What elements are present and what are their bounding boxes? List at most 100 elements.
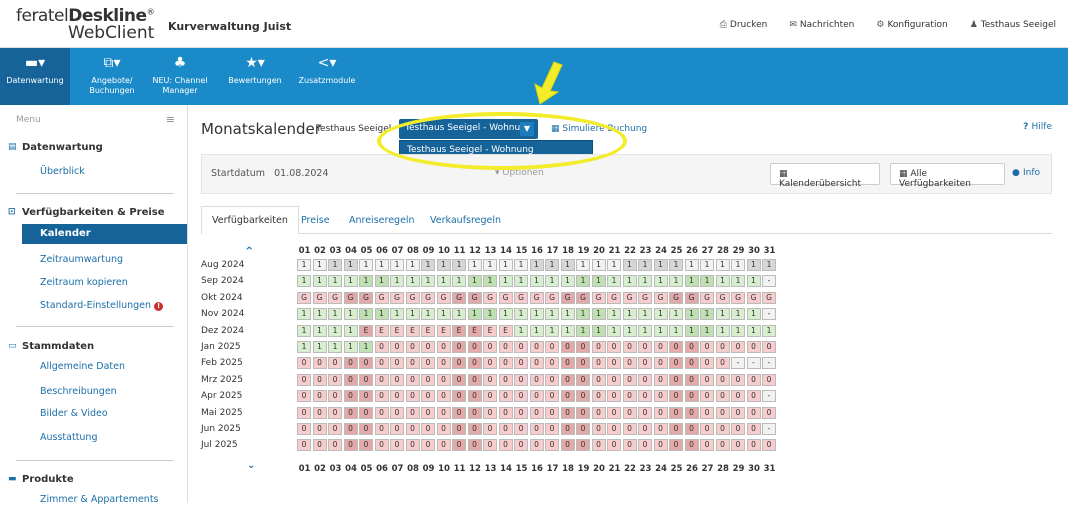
calendar-cell[interactable]: 1 — [359, 341, 373, 353]
calendar-cell[interactable]: 1 — [529, 308, 544, 321]
calendar-cell[interactable]: 0 — [638, 357, 652, 370]
calendar-cell[interactable]: 0 — [452, 373, 466, 386]
calendar-cell[interactable]: 0 — [622, 373, 637, 386]
calendar-cell[interactable]: 1 — [297, 308, 311, 321]
calendar-cell[interactable]: 1 — [374, 259, 389, 271]
calendar-cell[interactable]: 0 — [560, 406, 575, 419]
calendar-cell[interactable]: 0 — [529, 357, 544, 370]
calendar-cell[interactable]: G — [390, 291, 404, 304]
calendar-cell[interactable]: 1 — [715, 275, 730, 288]
calendar-cell[interactable]: 1 — [514, 275, 528, 288]
calendar-cell[interactable]: 0 — [762, 439, 776, 452]
calendar-cell[interactable]: 0 — [529, 439, 544, 452]
calendar-cell[interactable]: 1 — [591, 308, 606, 321]
calendar-cell[interactable]: 1 — [436, 308, 451, 321]
calendar-cell[interactable]: G — [529, 291, 544, 304]
calendar-cell[interactable]: 1 — [343, 308, 358, 321]
calendar-cell[interactable]: 0 — [684, 390, 699, 403]
logo[interactable]: feratelDeskline® WebClient — [16, 6, 156, 43]
calendar-cell[interactable]: 0 — [374, 341, 389, 353]
calendar-cell[interactable]: 0 — [421, 423, 435, 435]
calendar-cell[interactable]: 1 — [297, 259, 311, 271]
calendar-cell[interactable]: 0 — [498, 390, 513, 403]
calendar-cell[interactable]: 0 — [498, 341, 513, 353]
calendar-cell[interactable]: 0 — [390, 406, 404, 419]
calendar-cell[interactable]: 0 — [591, 373, 606, 386]
calendar-cell[interactable]: 0 — [514, 390, 528, 403]
calendar-cell[interactable]: 1 — [529, 259, 544, 271]
calendar-cell[interactable]: G — [374, 291, 389, 304]
calendar-cell[interactable]: 0 — [684, 373, 699, 386]
calendar-cell[interactable]: 0 — [545, 341, 559, 353]
calendar-cell[interactable]: 1 — [421, 275, 435, 288]
calendar-cell[interactable]: - — [762, 390, 776, 403]
calendar-cell[interactable]: 1 — [545, 275, 559, 288]
sidebar-item-zimmer-appartements[interactable]: Zimmer & Appartements — [40, 494, 159, 505]
calendar-cell[interactable]: 0 — [328, 357, 342, 370]
top-link-3[interactable]: ♟ Testhaus Seeigel — [970, 20, 1056, 30]
calendar-cell[interactable]: 1 — [669, 259, 683, 271]
calendar-cell[interactable]: 1 — [576, 324, 590, 337]
calendar-cell[interactable]: G — [762, 291, 776, 304]
calendar-cell[interactable]: 0 — [297, 439, 311, 452]
calendar-cell[interactable]: 1 — [312, 275, 327, 288]
calendar-cell[interactable]: 0 — [545, 373, 559, 386]
calendar-cell[interactable]: 0 — [731, 373, 745, 386]
calendar-cell[interactable]: 1 — [343, 341, 358, 353]
calendar-overview-button[interactable]: ▦ Kalenderübersicht — [770, 163, 880, 189]
calendar-cell[interactable]: 0 — [467, 357, 482, 370]
calendar-cell[interactable]: G — [312, 291, 327, 304]
sidebar-item--berblick[interactable]: Überblick — [40, 166, 85, 177]
calendar-cell[interactable]: 1 — [514, 308, 528, 321]
calendar-cell[interactable]: 0 — [622, 341, 637, 353]
calendar-cell[interactable]: 1 — [421, 259, 435, 271]
hamburger-icon[interactable]: ≡ — [166, 113, 175, 126]
calendar-cell[interactable]: 1 — [545, 324, 559, 337]
calendar-cell[interactable]: 0 — [746, 373, 761, 386]
calendar-cell[interactable]: 0 — [622, 357, 637, 370]
calendar-cell[interactable]: 0 — [483, 373, 497, 386]
calendar-cell[interactable]: 0 — [607, 439, 621, 452]
calendar-cell[interactable]: 1 — [622, 259, 637, 271]
calendar-cell[interactable]: 0 — [622, 406, 637, 419]
calendar-cell[interactable]: 0 — [700, 423, 714, 435]
calendar-cell[interactable]: 1 — [746, 275, 761, 288]
calendar-cell[interactable]: E — [405, 324, 420, 337]
calendar-cell[interactable]: 1 — [529, 275, 544, 288]
calendar-cell[interactable]: - — [731, 357, 745, 370]
calendar-cell[interactable]: E — [483, 324, 497, 337]
calendar-cell[interactable]: 0 — [560, 423, 575, 435]
calendar-cell[interactable]: 0 — [328, 439, 342, 452]
calendar-cell[interactable]: 0 — [715, 390, 730, 403]
calendar-cell[interactable]: 0 — [405, 423, 420, 435]
calendar-cell[interactable]: 0 — [483, 406, 497, 419]
calendar-cell[interactable]: 0 — [731, 390, 745, 403]
calendar-cell[interactable]: G — [467, 291, 482, 304]
calendar-cell[interactable]: 1 — [405, 308, 420, 321]
calendar-cell[interactable]: 0 — [498, 357, 513, 370]
calendar-cell[interactable]: 0 — [514, 341, 528, 353]
calendar-cell[interactable]: 0 — [421, 406, 435, 419]
calendar-cell[interactable]: 1 — [684, 259, 699, 271]
calendar-cell[interactable]: G — [343, 291, 358, 304]
calendar-cell[interactable]: 0 — [545, 357, 559, 370]
calendar-cell[interactable]: E — [452, 324, 466, 337]
calendar-cell[interactable]: 1 — [700, 308, 714, 321]
calendar-cell[interactable]: 0 — [560, 439, 575, 452]
calendar-cell[interactable]: 0 — [421, 373, 435, 386]
calendar-cell[interactable]: 1 — [700, 259, 714, 271]
calendar-cell[interactable]: 0 — [436, 373, 451, 386]
calendar-cell[interactable]: 0 — [467, 341, 482, 353]
calendar-cell[interactable]: 0 — [576, 341, 590, 353]
calendar-cell[interactable]: 1 — [483, 259, 497, 271]
calendar-cell[interactable]: 0 — [421, 390, 435, 403]
calendar-cell[interactable]: 1 — [762, 324, 776, 337]
calendar-cell[interactable]: 1 — [343, 259, 358, 271]
calendar-cell[interactable]: 0 — [715, 357, 730, 370]
calendar-cell[interactable]: 0 — [452, 341, 466, 353]
calendar-cell[interactable]: 1 — [560, 324, 575, 337]
calendar-cell[interactable]: G — [498, 291, 513, 304]
calendar-cell[interactable]: 0 — [421, 341, 435, 353]
calendar-cell[interactable]: E — [374, 324, 389, 337]
calendar-cell[interactable]: 0 — [374, 357, 389, 370]
